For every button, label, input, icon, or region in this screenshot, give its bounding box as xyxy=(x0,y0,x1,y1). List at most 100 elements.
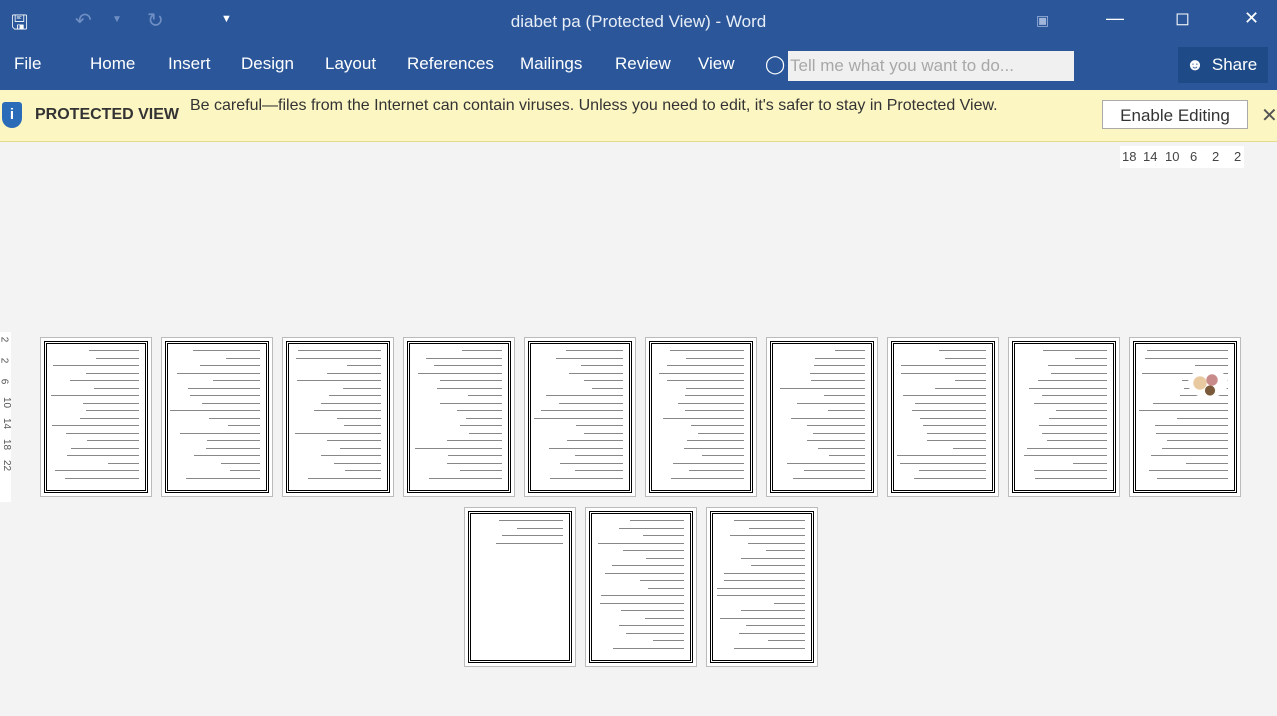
text-line xyxy=(1139,410,1228,411)
text-line xyxy=(190,395,260,396)
text-line xyxy=(580,365,623,366)
text-line xyxy=(1043,350,1107,351)
tab-design[interactable]: Design xyxy=(241,54,294,74)
text-line xyxy=(901,365,986,366)
page-thumbnail[interactable] xyxy=(766,337,878,497)
text-line xyxy=(575,425,623,426)
text-line xyxy=(1023,455,1107,456)
text-line xyxy=(560,462,623,464)
text-line xyxy=(791,417,865,419)
text-line xyxy=(766,550,805,551)
tell-me-input[interactable]: Tell me what you want to do... xyxy=(788,51,1074,81)
text-line xyxy=(1048,365,1107,366)
tab-review[interactable]: Review xyxy=(615,54,671,74)
text-line xyxy=(342,387,381,389)
text-line xyxy=(824,395,865,396)
text-line xyxy=(328,395,381,396)
close-icon[interactable]: ✕ xyxy=(1261,103,1277,128)
page-thumbnail[interactable] xyxy=(524,337,636,497)
text-line xyxy=(574,470,623,471)
text-line xyxy=(716,595,805,596)
text-line xyxy=(1041,395,1107,396)
tab-home[interactable]: Home xyxy=(90,54,135,74)
ruler-tick: 6 xyxy=(0,379,9,385)
page-thumbnail[interactable] xyxy=(161,337,273,497)
person-icon: ☻ xyxy=(1186,55,1204,74)
vertical-ruler[interactable]: 22610141822 xyxy=(0,332,13,502)
ruler-tick: 18 xyxy=(1,438,13,451)
text-line xyxy=(1185,462,1228,464)
horizontal-ruler[interactable]: 18 14 10 6 2 2 xyxy=(1120,146,1244,168)
text-line xyxy=(437,387,502,389)
page-thumbnail[interactable] xyxy=(403,337,515,497)
text-line xyxy=(567,440,623,441)
shield-icon: i xyxy=(2,102,22,128)
page-thumbnail[interactable] xyxy=(282,337,394,497)
text-line xyxy=(919,470,986,471)
text-line xyxy=(685,387,744,389)
text-line xyxy=(193,350,260,351)
enable-editing-button[interactable]: Enable Editing xyxy=(1102,100,1248,129)
text-line xyxy=(294,432,381,434)
text-line xyxy=(320,402,381,404)
text-line xyxy=(670,350,744,351)
text-line xyxy=(550,477,623,479)
text-line xyxy=(297,350,381,351)
tab-file[interactable]: File xyxy=(14,54,41,74)
ruler-tick: 10 xyxy=(1165,149,1180,164)
text-line xyxy=(685,395,744,396)
page-thumbnail[interactable] xyxy=(40,337,152,497)
text-line xyxy=(740,557,805,559)
text-line xyxy=(340,447,381,449)
text-line xyxy=(818,447,865,449)
text-line xyxy=(176,372,260,374)
page-thumbnail[interactable] xyxy=(464,507,576,667)
text-line xyxy=(208,417,260,419)
share-button[interactable]: ☻ Share xyxy=(1178,47,1268,83)
text-line xyxy=(619,527,684,529)
tab-layout[interactable]: Layout xyxy=(325,54,376,74)
text-line xyxy=(447,440,502,441)
text-line xyxy=(502,535,563,536)
text-line xyxy=(459,470,502,471)
text-line xyxy=(671,477,744,479)
text-line xyxy=(923,425,986,426)
text-line xyxy=(748,542,805,544)
text-line xyxy=(227,425,260,426)
text-line xyxy=(804,470,865,471)
text-line xyxy=(899,462,986,464)
window-title: diabet pa (Protected View) - Word xyxy=(510,12,767,31)
page-thumbnail[interactable] xyxy=(1129,337,1241,497)
page-thumbnail[interactable] xyxy=(706,507,818,667)
text-line xyxy=(597,542,684,544)
text-line xyxy=(448,455,502,456)
text-line xyxy=(199,365,260,366)
minimize-button[interactable]: — xyxy=(1106,8,1124,29)
text-line xyxy=(618,625,684,626)
page-border xyxy=(468,511,572,663)
text-line xyxy=(1055,410,1107,411)
text-line xyxy=(667,365,744,366)
close-button[interactable]: ✕ xyxy=(1244,8,1259,29)
page-thumbnail[interactable] xyxy=(585,507,697,667)
text-line xyxy=(194,455,260,456)
page-thumbnail[interactable] xyxy=(887,337,999,497)
text-line xyxy=(810,372,865,374)
maximize-button[interactable]: ◻ xyxy=(1175,8,1190,29)
ribbon-display-icon[interactable]: ▣ xyxy=(1036,12,1049,29)
ruler-tick: 2 xyxy=(0,337,9,343)
tab-references[interactable]: References xyxy=(407,54,494,74)
tab-mailings[interactable]: Mailings xyxy=(520,54,582,74)
text-line xyxy=(911,410,986,411)
text-line xyxy=(1072,462,1107,464)
text-line xyxy=(807,440,865,441)
text-line xyxy=(719,617,805,619)
page-thumbnail[interactable] xyxy=(645,337,757,497)
page-thumbnail[interactable] xyxy=(1008,337,1120,497)
text-line xyxy=(613,647,684,649)
text-line xyxy=(739,632,805,634)
text-line xyxy=(95,357,139,359)
tab-view[interactable]: View xyxy=(698,54,735,74)
tab-insert[interactable]: Insert xyxy=(168,54,211,74)
text-line xyxy=(225,357,260,359)
